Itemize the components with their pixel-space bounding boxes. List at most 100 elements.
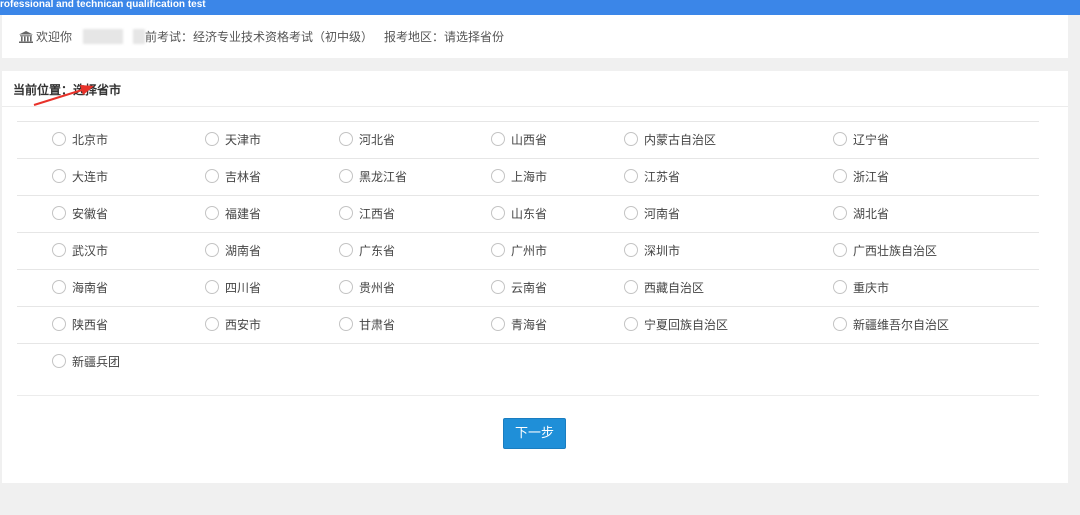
province-option[interactable]: 宁夏回族自治区 [624,313,728,335]
province-option[interactable]: 青海省 [491,313,547,335]
province-label: 浙江省 [853,169,890,184]
province-label: 广东省 [359,243,396,258]
province-option[interactable]: 大连市 [52,165,108,187]
province-label: 福建省 [225,206,262,221]
province-radio[interactable] [491,243,505,257]
province-radio[interactable] [491,280,505,294]
province-row: 陕西省 西安市 甘肃省 青海省 宁夏回族自治区 新疆维吾尔自治区 [17,306,1039,343]
province-option[interactable]: 内蒙古自治区 [624,128,716,150]
redacted-text [133,29,145,44]
province-option[interactable]: 江苏省 [624,165,680,187]
province-radio[interactable] [491,206,505,220]
province-option[interactable]: 深圳市 [624,239,680,261]
province-radio[interactable] [205,243,219,257]
province-selection-panel: 当前位置：选择省市 北京市 天津市 河北省 山西省 内蒙古自治区 辽宁省 大连市 吉林省 黑龙江… [2,71,1068,483]
province-radio[interactable] [52,169,66,183]
province-radio[interactable] [833,169,847,183]
province-option[interactable]: 浙江省 [833,165,889,187]
province-option[interactable]: 重庆市 [833,276,889,298]
province-row: 武汉市 湖南省 广东省 广州市 深圳市 广西壮族自治区 [17,232,1039,269]
province-label: 广西壮族自治区 [853,243,938,258]
province-radio[interactable] [205,280,219,294]
province-radio[interactable] [205,206,219,220]
province-label: 江西省 [359,206,396,221]
province-label: 大连市 [72,169,109,184]
province-option[interactable]: 武汉市 [52,239,108,261]
province-radio[interactable] [491,317,505,331]
province-option[interactable]: 北京市 [52,128,108,150]
province-option[interactable]: 河北省 [339,128,395,150]
province-radio[interactable] [52,317,66,331]
banner-tagline: rofessional and technican qualification … [0,0,206,10]
exam-region-text: 报考地区：请选择省份 [384,30,505,44]
province-option[interactable]: 新疆兵团 [52,350,120,372]
province-radio[interactable] [52,280,66,294]
province-option[interactable]: 江西省 [339,202,395,224]
province-option[interactable]: 河南省 [624,202,680,224]
province-option[interactable]: 甘肃省 [339,313,395,335]
province-option[interactable]: 西安市 [205,313,261,335]
province-radio[interactable] [205,169,219,183]
province-radio[interactable] [52,243,66,257]
province-radio[interactable] [205,132,219,146]
province-radio[interactable] [52,354,66,368]
breadcrumb-divider [2,106,1068,107]
province-radio[interactable] [624,132,638,146]
province-radio[interactable] [624,317,638,331]
province-option[interactable]: 陕西省 [52,313,108,335]
province-label: 山东省 [511,206,548,221]
province-radio[interactable] [491,132,505,146]
province-option[interactable]: 辽宁省 [833,128,889,150]
home-icon [19,31,33,43]
province-label: 黑龙江省 [359,169,408,184]
province-option[interactable]: 天津市 [205,128,261,150]
province-radio[interactable] [52,132,66,146]
province-option[interactable]: 安徽省 [52,202,108,224]
province-option[interactable]: 黑龙江省 [339,165,407,187]
province-option[interactable]: 山东省 [491,202,547,224]
province-label: 宁夏回族自治区 [644,317,729,332]
province-option[interactable]: 福建省 [205,202,261,224]
province-option[interactable]: 山西省 [491,128,547,150]
province-option[interactable]: 广西壮族自治区 [833,239,937,261]
province-radio[interactable] [339,243,353,257]
province-radio[interactable] [339,169,353,183]
province-option[interactable]: 广州市 [491,239,547,261]
province-label: 陕西省 [72,317,109,332]
province-label: 新疆维吾尔自治区 [853,317,950,332]
province-option[interactable]: 上海市 [491,165,547,187]
province-row: 北京市 天津市 河北省 山西省 内蒙古自治区 辽宁省 [17,121,1039,158]
next-step-button[interactable]: 下一步 [503,418,566,449]
province-option[interactable]: 湖南省 [205,239,261,261]
province-option[interactable]: 海南省 [52,276,108,298]
province-radio[interactable] [833,243,847,257]
province-radio[interactable] [339,206,353,220]
province-option[interactable]: 吉林省 [205,165,261,187]
province-radio[interactable] [339,132,353,146]
province-radio[interactable] [833,317,847,331]
province-label: 青海省 [511,317,548,332]
province-option[interactable]: 广东省 [339,239,395,261]
province-radio[interactable] [339,280,353,294]
province-radio[interactable] [52,206,66,220]
province-option[interactable]: 云南省 [491,276,547,298]
province-radio[interactable] [491,169,505,183]
province-radio[interactable] [624,243,638,257]
province-radio[interactable] [205,317,219,331]
province-label: 广州市 [511,243,548,258]
province-radio[interactable] [833,280,847,294]
province-option[interactable]: 四川省 [205,276,261,298]
province-label: 北京市 [72,132,109,147]
province-option[interactable]: 贵州省 [339,276,395,298]
province-radio[interactable] [624,280,638,294]
province-label: 甘肃省 [359,317,396,332]
province-option[interactable]: 湖北省 [833,202,889,224]
province-radio[interactable] [833,206,847,220]
province-radio[interactable] [624,169,638,183]
province-option[interactable]: 西藏自治区 [624,276,704,298]
province-radio[interactable] [339,317,353,331]
province-row: 海南省 四川省 贵州省 云南省 西藏自治区 重庆市 [17,269,1039,306]
province-radio[interactable] [624,206,638,220]
province-option[interactable]: 新疆维吾尔自治区 [833,313,949,335]
province-radio[interactable] [833,132,847,146]
